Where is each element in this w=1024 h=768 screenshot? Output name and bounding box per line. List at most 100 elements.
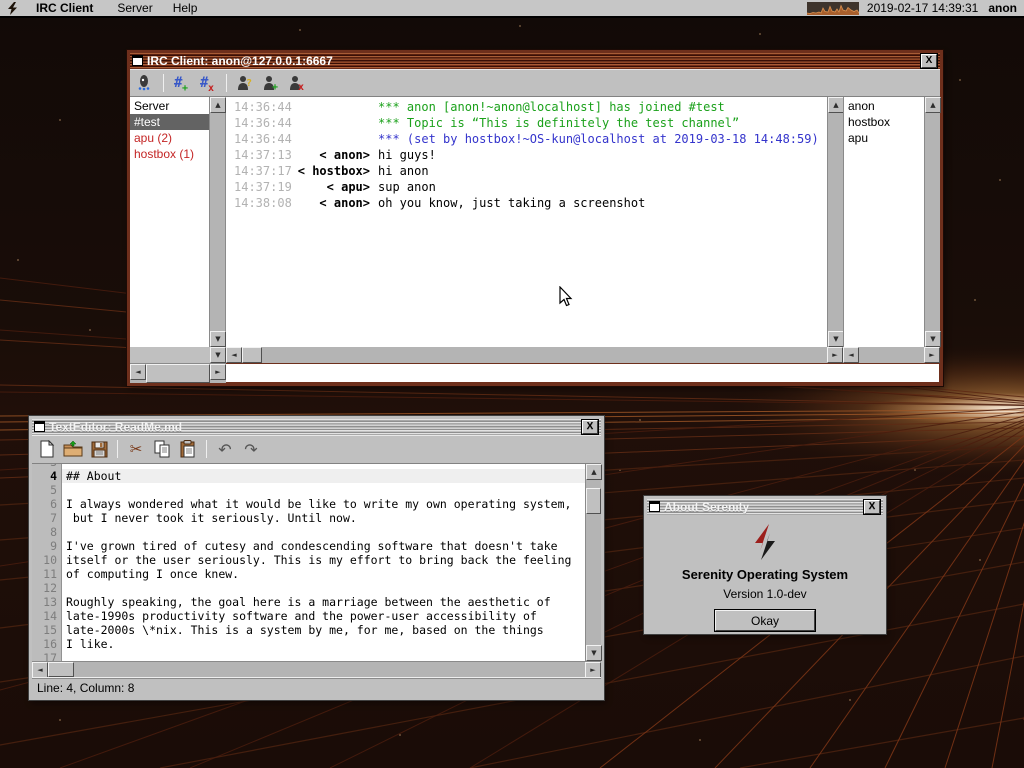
scroll-right-icon[interactable]: ► bbox=[210, 364, 226, 380]
scroll-down-icon[interactable]: ▼ bbox=[210, 331, 226, 347]
product-name: Serenity Operating System bbox=[682, 567, 848, 582]
chat-message-row: 14:38:08 < anon> oh you know, just takin… bbox=[226, 195, 827, 211]
editor-line: 15 late-2000s \*nix. This is a system by… bbox=[32, 623, 585, 637]
operator-icon[interactable] bbox=[134, 72, 156, 94]
line-number: 9 bbox=[32, 539, 62, 553]
copy-icon[interactable] bbox=[151, 438, 173, 460]
channel-list-item[interactable]: hostbox (1) bbox=[130, 146, 209, 162]
save-file-icon[interactable] bbox=[88, 438, 110, 460]
menu-server[interactable]: Server bbox=[107, 0, 162, 16]
toolbar-separator bbox=[117, 440, 118, 458]
user-list-item[interactable]: hostbox bbox=[844, 114, 924, 130]
line-number: 13 bbox=[32, 595, 62, 609]
scroll-left-icon[interactable]: ◄ bbox=[130, 364, 146, 380]
scroll-down-icon[interactable]: ▼ bbox=[925, 331, 941, 347]
close-icon[interactable]: X bbox=[582, 420, 598, 434]
channel-list-pane: Server#testapu (2)hostbox (1) ▲ ▼ bbox=[130, 97, 226, 347]
window-icon bbox=[132, 55, 143, 66]
paste-icon[interactable] bbox=[177, 438, 199, 460]
user-list-hscrollbar[interactable]: ◄ ► bbox=[843, 347, 940, 363]
editor-line: 8 bbox=[32, 525, 585, 539]
whois-user-icon[interactable]: ? bbox=[234, 72, 256, 94]
svg-text:x: x bbox=[208, 83, 214, 92]
line-number: 16 bbox=[32, 637, 62, 651]
user-list-item[interactable]: anon bbox=[844, 98, 924, 114]
editor-line: 9 I've grown tired of cutesy and condesc… bbox=[32, 539, 585, 553]
op-user-icon[interactable]: + bbox=[260, 72, 282, 94]
editor-content[interactable]: 3 4 ## About 5 6 I always wondered what … bbox=[32, 464, 601, 661]
irc-titlebar[interactable]: IRC Client: anon@127.0.0.1:6667 X bbox=[130, 53, 940, 69]
line-text bbox=[62, 651, 585, 661]
editor-line: 7 but I never took it seriously. Until n… bbox=[32, 511, 585, 525]
scroll-down-icon[interactable]: ▼ bbox=[586, 645, 602, 661]
chat-timestamp: 14:36:44 bbox=[226, 99, 286, 115]
texteditor-window: TextEditor: ReadMe.md X ✂ ↶ ↷ 3 bbox=[29, 416, 604, 700]
chat-text: hi guys! bbox=[370, 147, 436, 163]
kick-user-icon[interactable]: x bbox=[286, 72, 308, 94]
part-channel-icon[interactable]: #x bbox=[197, 72, 219, 94]
open-file-icon[interactable] bbox=[62, 438, 84, 460]
user-list-pane: anonhostboxapu ▲ ▼ bbox=[843, 97, 940, 347]
scroll-down-icon[interactable]: ▼ bbox=[828, 331, 844, 347]
channel-list-item[interactable]: #test bbox=[130, 114, 209, 130]
line-text bbox=[62, 581, 585, 595]
editor-titlebar[interactable]: TextEditor: ReadMe.md X bbox=[32, 419, 601, 435]
close-icon[interactable]: X bbox=[921, 54, 937, 68]
scroll-left-icon[interactable]: ◄ bbox=[843, 347, 859, 363]
scroll-up-icon[interactable]: ▲ bbox=[925, 97, 941, 113]
chat-input[interactable] bbox=[226, 363, 940, 383]
channel-list-vscrollbar[interactable]: ▲ ▼ bbox=[209, 97, 225, 347]
okay-button[interactable]: Okay bbox=[715, 610, 815, 631]
chat-message-row: 14:36:44 *** Topic is “This is definitel… bbox=[226, 115, 827, 131]
undo-icon[interactable]: ↶ bbox=[214, 438, 236, 460]
scroll-right-icon[interactable]: ► bbox=[827, 347, 843, 363]
line-number: 10 bbox=[32, 553, 62, 567]
channel-list-hscrollbar[interactable]: ◄ ► bbox=[130, 363, 226, 383]
svg-text:+: + bbox=[272, 82, 278, 92]
serenity-bolt-icon[interactable] bbox=[0, 2, 26, 15]
chat-message-row: 14:37:19 < apu> sup anon bbox=[226, 179, 827, 195]
about-serenity-dialog: About Serenity X Serenity Operating Syst… bbox=[644, 496, 886, 634]
chat-log: 14:36:44 *** anon [anon!~anon@localhost]… bbox=[226, 97, 827, 347]
editor-line: 11 of computing I once knew. bbox=[32, 567, 585, 581]
redo-icon[interactable]: ↷ bbox=[240, 438, 262, 460]
editor-vscrollbar[interactable]: ▲ ▼ bbox=[585, 464, 601, 661]
editor-line: 6 I always wondered what it would be lik… bbox=[32, 497, 585, 511]
editor-toolbar: ✂ ↶ ↷ bbox=[32, 435, 601, 464]
scrollbar-thumb[interactable] bbox=[146, 364, 210, 383]
user-list-vscrollbar[interactable]: ▲ ▼ bbox=[924, 97, 940, 347]
scrollbar-thumb[interactable] bbox=[48, 662, 74, 677]
scroll-up-icon[interactable]: ▲ bbox=[828, 97, 844, 113]
join-channel-icon[interactable]: #+ bbox=[171, 72, 193, 94]
line-number: 5 bbox=[32, 483, 62, 497]
chat-text: sup anon bbox=[370, 179, 436, 195]
scroll-right-icon[interactable]: ► bbox=[585, 662, 601, 678]
user-list-item[interactable]: apu bbox=[844, 130, 924, 146]
scroll-left-icon[interactable]: ◄ bbox=[226, 347, 242, 363]
chat-nick: < hostbox> bbox=[286, 163, 370, 179]
line-text: but I never took it seriously. Until now… bbox=[62, 511, 585, 525]
chat-timestamp: 14:36:44 bbox=[226, 115, 286, 131]
editor-hscrollbar[interactable]: ◄ ► bbox=[32, 661, 601, 677]
about-content: Serenity Operating System Version 1.0-de… bbox=[647, 515, 883, 631]
scroll-down-icon[interactable]: ▼ bbox=[210, 347, 226, 363]
menu-help[interactable]: Help bbox=[163, 0, 208, 16]
message-vscrollbar[interactable]: ▲ ▼ bbox=[827, 97, 843, 347]
about-titlebar[interactable]: About Serenity X bbox=[647, 499, 883, 515]
menu-app-name[interactable]: IRC Client bbox=[26, 0, 107, 16]
message-hscrollbar[interactable]: ◄ ► bbox=[226, 347, 843, 363]
line-number: 7 bbox=[32, 511, 62, 525]
new-file-icon[interactable] bbox=[36, 438, 58, 460]
scroll-up-icon[interactable]: ▲ bbox=[586, 464, 602, 480]
scrollbar-thumb[interactable] bbox=[586, 488, 601, 514]
scroll-up-icon[interactable]: ▲ bbox=[210, 97, 226, 113]
scroll-left-icon[interactable]: ◄ bbox=[32, 662, 48, 678]
about-window-title: About Serenity bbox=[664, 500, 860, 514]
close-icon[interactable]: X bbox=[864, 500, 880, 514]
scrollbar-thumb[interactable] bbox=[242, 347, 262, 363]
cut-icon[interactable]: ✂ bbox=[125, 438, 147, 460]
channel-list-item[interactable]: Server bbox=[130, 98, 209, 114]
channel-list-item[interactable]: apu (2) bbox=[130, 130, 209, 146]
irc-client-window: IRC Client: anon@127.0.0.1:6667 X #+ #x … bbox=[127, 50, 943, 386]
scroll-right-icon[interactable]: ► bbox=[924, 347, 940, 363]
